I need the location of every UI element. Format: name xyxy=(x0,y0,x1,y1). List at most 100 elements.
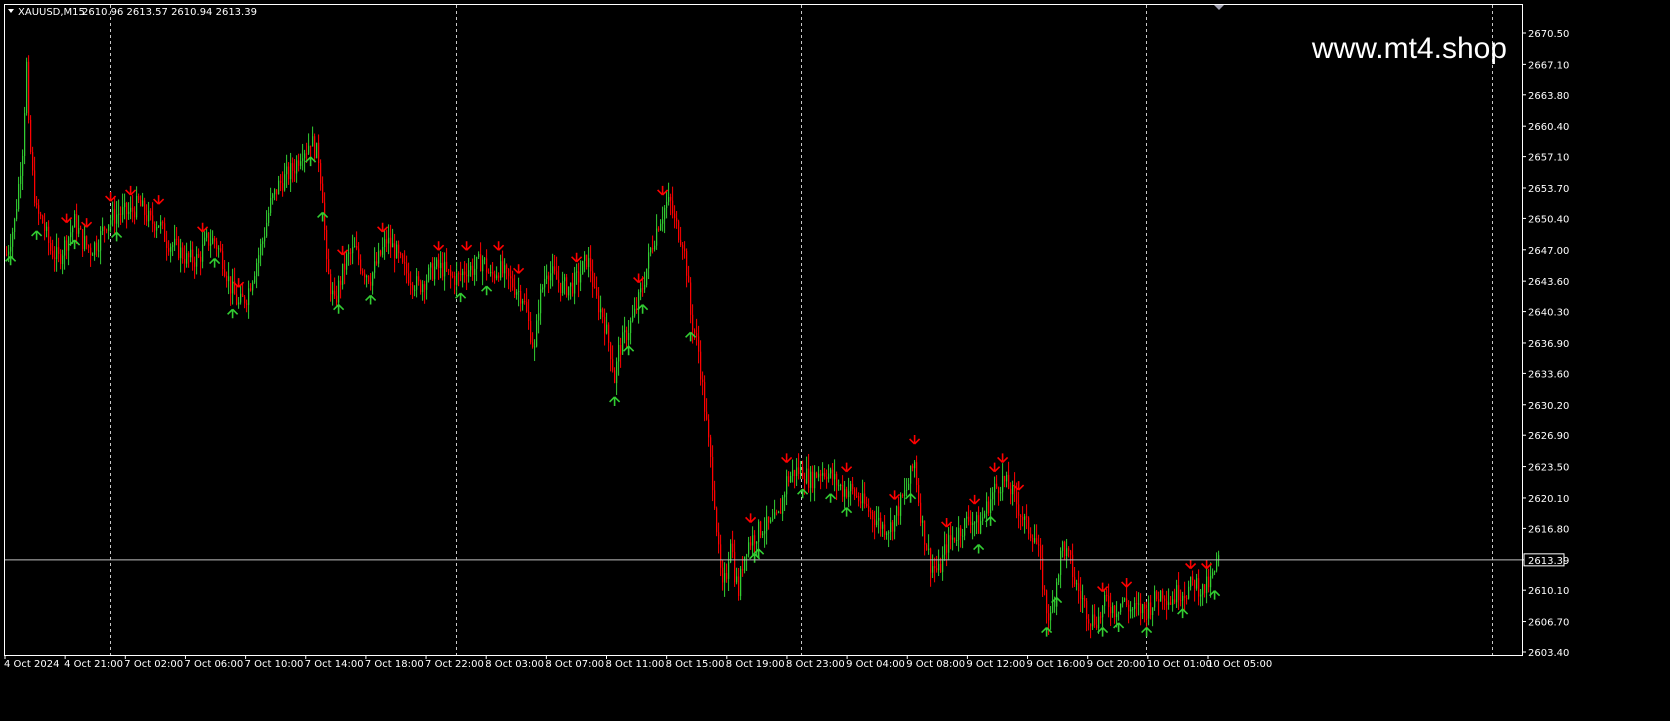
x-tick-label: 4 Oct 21:00 xyxy=(64,659,123,670)
candle-body xyxy=(440,262,442,269)
candle-body xyxy=(1006,474,1008,482)
candle-body xyxy=(964,518,966,536)
candle-body xyxy=(82,229,84,250)
candle-body xyxy=(968,516,970,522)
candle-body xyxy=(620,344,622,355)
candle-body xyxy=(542,287,544,290)
candle-body xyxy=(574,272,576,294)
candle-body xyxy=(548,275,550,281)
buy-arrow-icon xyxy=(623,345,635,356)
candle-body xyxy=(1016,491,1018,505)
candle-body xyxy=(950,535,952,540)
price-axis: 2670.50 2667.10 2663.80 2660.40 2657.10 2653.… xyxy=(1522,29,1569,659)
candle-body xyxy=(228,276,230,282)
candle-body xyxy=(312,136,314,147)
candle-body xyxy=(686,251,688,276)
candle-body xyxy=(428,267,430,281)
candle-body xyxy=(894,515,896,532)
candle-body xyxy=(400,253,402,256)
chart-header[interactable]: XAUUSD,M15 2610.96 2613.57 2610.94 2613.… xyxy=(8,7,257,18)
candle-body xyxy=(586,254,588,268)
x-tick-label: 8 Oct 15:00 xyxy=(666,659,725,670)
candle-body xyxy=(884,524,886,535)
candle-body xyxy=(672,200,674,214)
candle-body xyxy=(308,145,310,154)
buy-arrow-icon xyxy=(841,507,853,517)
candle-body xyxy=(658,228,660,231)
candle-body xyxy=(90,247,92,256)
watermark: www.mt4.shop xyxy=(1311,32,1507,65)
buy-arrow-icon xyxy=(609,396,621,406)
candle-body xyxy=(324,202,326,231)
candle-body xyxy=(978,515,980,534)
candle-body xyxy=(532,342,534,347)
candle-body xyxy=(232,281,234,294)
chart-shift-marker[interactable] xyxy=(1214,5,1224,10)
candle-body xyxy=(896,506,898,516)
candle-body xyxy=(108,224,110,231)
candle-body xyxy=(994,483,996,493)
candle-body xyxy=(58,247,60,254)
candle-body xyxy=(296,160,298,174)
candle-body xyxy=(868,506,870,512)
candle-body xyxy=(816,472,818,478)
candle-body xyxy=(878,517,880,521)
candle-body xyxy=(38,205,40,214)
candle-body xyxy=(1186,598,1188,600)
buy-arrow-icon xyxy=(317,211,329,222)
y-tick-label: 2657.10 xyxy=(1528,153,1569,164)
candle-body xyxy=(644,284,646,290)
candle-body xyxy=(554,266,556,272)
candle-body xyxy=(514,287,516,295)
candle-body xyxy=(998,487,1000,494)
candle-body xyxy=(952,537,954,540)
candle-body xyxy=(948,535,950,553)
candle-body xyxy=(594,286,596,288)
candle-body xyxy=(376,261,378,264)
candle-body xyxy=(892,522,894,532)
chevron-down-icon[interactable] xyxy=(8,9,14,13)
candle-body xyxy=(520,291,522,304)
candle-body xyxy=(168,248,170,252)
candle-body xyxy=(148,210,150,222)
candle-body xyxy=(256,263,258,277)
candle-body xyxy=(790,476,792,483)
candle-body xyxy=(1162,590,1164,599)
candle-body xyxy=(880,517,882,529)
candle-body xyxy=(386,239,388,244)
candle-body xyxy=(280,180,282,183)
candle-body xyxy=(1210,575,1212,588)
candle-body xyxy=(246,303,248,305)
candle-body xyxy=(1040,545,1042,559)
candle-body xyxy=(722,567,724,583)
candle-body xyxy=(902,494,904,496)
candle-body xyxy=(494,274,496,279)
candle-body xyxy=(606,324,608,334)
candle-body xyxy=(468,270,470,277)
candle-body xyxy=(784,494,786,498)
candle-body xyxy=(150,210,152,216)
y-tick-label: 2647.00 xyxy=(1528,246,1569,257)
candle-body xyxy=(358,248,360,260)
candle-body xyxy=(1090,623,1092,627)
candle-body xyxy=(258,255,260,264)
candle-body xyxy=(1078,583,1080,592)
candle-body xyxy=(1034,538,1036,543)
sell-arrow-icon xyxy=(969,494,981,505)
candle-body xyxy=(562,281,564,294)
candle-body xyxy=(662,219,664,224)
candle-body xyxy=(120,213,122,215)
candle-body xyxy=(802,467,804,480)
candle-body xyxy=(712,457,714,491)
candle-body xyxy=(214,238,216,242)
candle-body xyxy=(858,496,860,502)
x-tick-label: 8 Oct 03:00 xyxy=(485,659,544,670)
candle-body xyxy=(1080,591,1082,599)
candle-body xyxy=(1076,583,1078,585)
candle-body xyxy=(52,250,54,258)
sell-arrow-icon xyxy=(1121,577,1133,588)
candle-body xyxy=(492,272,494,275)
candle-body xyxy=(1086,600,1088,619)
price-chart[interactable]: 2670.50 2667.10 2663.80 2660.40 2657.10 2653.… xyxy=(0,0,1670,721)
candle-body xyxy=(198,254,200,257)
